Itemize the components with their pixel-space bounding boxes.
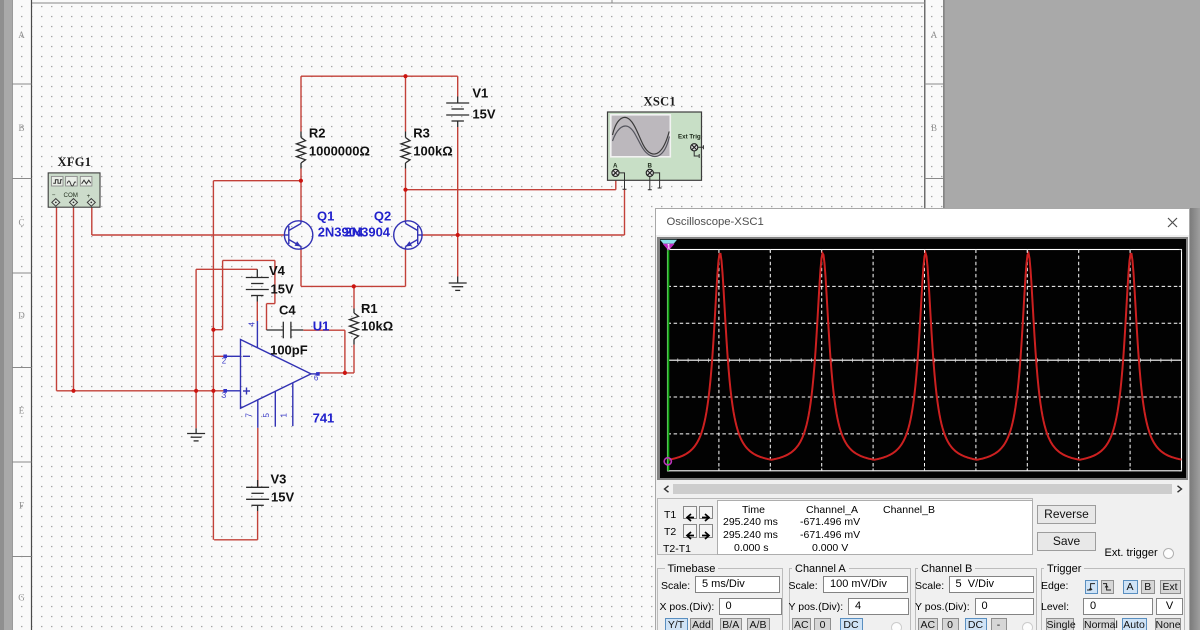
svg-text:1000000Ω: 1000000Ω xyxy=(309,143,370,158)
svg-text:15V: 15V xyxy=(472,107,495,122)
svg-text:XSC1: XSC1 xyxy=(644,94,676,108)
svg-text:V3: V3 xyxy=(271,472,287,487)
svg-text:100kΩ: 100kΩ xyxy=(413,143,452,158)
svg-text:XFG1: XFG1 xyxy=(58,155,92,169)
svg-text:COM: COM xyxy=(64,192,78,199)
svg-text:B: B xyxy=(648,162,653,169)
svg-text:A: A xyxy=(931,30,938,40)
svg-text:10kΩ: 10kΩ xyxy=(361,319,393,334)
svg-text:E: E xyxy=(19,406,25,416)
svg-text:100pF: 100pF xyxy=(270,343,308,358)
svg-text:+: + xyxy=(87,193,91,200)
svg-text:2: 2 xyxy=(222,356,227,365)
svg-text:2N3904: 2N3904 xyxy=(345,225,391,240)
svg-text:5: 5 xyxy=(262,413,271,418)
svg-text:A: A xyxy=(18,30,25,40)
svg-text:B: B xyxy=(931,123,937,133)
svg-text:15V: 15V xyxy=(271,281,294,296)
svg-text:Ext Trig: Ext Trig xyxy=(678,134,701,141)
svg-text:R3: R3 xyxy=(413,126,430,141)
svg-text:R2: R2 xyxy=(309,126,326,141)
svg-text:B: B xyxy=(18,123,24,133)
svg-text:7: 7 xyxy=(245,413,254,418)
svg-text:Q1: Q1 xyxy=(317,208,334,223)
svg-text:15V: 15V xyxy=(271,490,294,505)
svg-text:Q2: Q2 xyxy=(374,208,391,223)
svg-text:D: D xyxy=(18,311,25,321)
svg-text:1: 1 xyxy=(280,413,289,418)
svg-text:4: 4 xyxy=(248,322,257,327)
svg-text:U1: U1 xyxy=(313,319,330,334)
svg-text:R1: R1 xyxy=(361,301,378,316)
svg-text:F: F xyxy=(19,501,24,511)
svg-text:6: 6 xyxy=(314,374,319,383)
svg-text:G: G xyxy=(18,593,25,603)
svg-text:3: 3 xyxy=(222,391,227,400)
svg-text:V4: V4 xyxy=(269,263,286,278)
svg-text:−: − xyxy=(52,192,56,199)
svg-text:V1: V1 xyxy=(472,86,488,101)
svg-text:741: 741 xyxy=(313,410,335,425)
svg-text:C: C xyxy=(18,218,24,228)
svg-text:A: A xyxy=(613,162,618,169)
svg-text:C4: C4 xyxy=(279,303,296,318)
